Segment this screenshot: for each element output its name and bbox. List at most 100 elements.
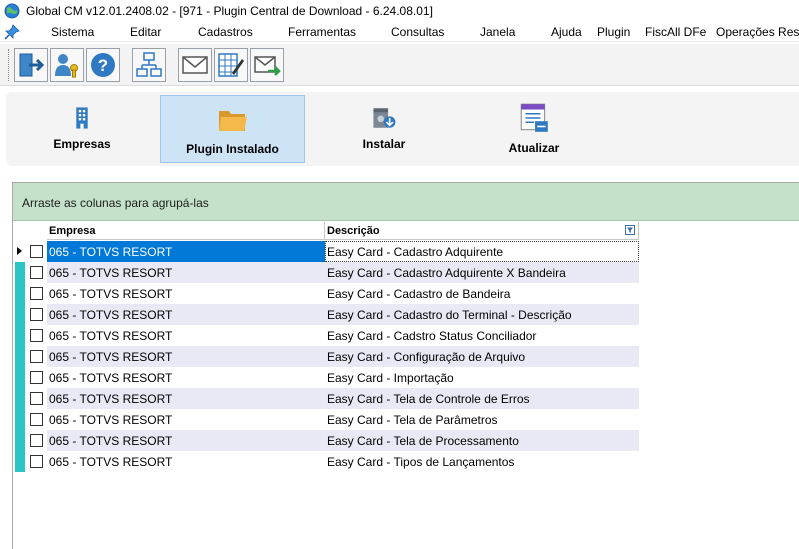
cell-empresa[interactable]: 065 - TOTVS RESORT xyxy=(47,262,325,283)
atualizar-button[interactable]: Atualizar xyxy=(466,95,602,163)
edit-grid-button[interactable] xyxy=(214,48,248,82)
menu-fiscall-dfe[interactable]: FiscAll DFe xyxy=(645,25,706,39)
cell-descricao[interactable]: Easy Card - Cadastro Adquirente xyxy=(325,241,639,262)
filter-icon[interactable] xyxy=(625,225,635,235)
menu-janela[interactable]: Janela xyxy=(480,25,515,39)
row-checkbox[interactable] xyxy=(30,350,43,363)
mail-send-icon xyxy=(254,56,281,76)
mail-button[interactable] xyxy=(178,48,212,82)
cell-descricao[interactable]: Easy Card - Tela de Controle de Erros xyxy=(325,388,639,409)
row-checkbox[interactable] xyxy=(30,329,43,342)
row-checkbox[interactable] xyxy=(30,308,43,321)
cell-descricao[interactable]: Easy Card - Tipos de Lançamentos xyxy=(325,451,639,472)
cell-empresa-text: 065 - TOTVS RESORT xyxy=(49,308,173,322)
row-checkbox-cell xyxy=(26,430,47,451)
row-indicator[interactable] xyxy=(15,283,25,304)
row-checkbox-cell xyxy=(26,388,47,409)
cell-empresa[interactable]: 065 - TOTVS RESORT xyxy=(47,346,325,367)
cell-descricao[interactable]: Easy Card - Configuração de Arquivo xyxy=(325,346,639,367)
menu-ferramentas[interactable]: Ferramentas xyxy=(288,25,356,39)
row-checkbox[interactable] xyxy=(30,287,43,300)
cell-empresa[interactable]: 065 - TOTVS RESORT xyxy=(47,451,325,472)
row-indicator[interactable] xyxy=(15,451,25,472)
pin-icon[interactable] xyxy=(4,24,20,40)
table-row[interactable]: 065 - TOTVS RESORT Easy Card - Configuraç… xyxy=(13,346,639,367)
cell-empresa[interactable]: 065 - TOTVS RESORT xyxy=(47,388,325,409)
cell-empresa[interactable]: 065 - TOTVS RESORT xyxy=(47,283,325,304)
cell-descricao-text: Easy Card - Cadastro do Terminal - Descr… xyxy=(327,308,572,322)
instalar-button[interactable]: Instalar xyxy=(318,95,450,163)
cell-descricao[interactable]: Easy Card - Tela de Parâmetros xyxy=(325,409,639,430)
empresas-button[interactable]: Empresas xyxy=(16,95,148,163)
cell-empresa[interactable]: 065 - TOTVS RESORT xyxy=(47,367,325,388)
cell-empresa[interactable]: 065 - TOTVS RESORT xyxy=(47,430,325,451)
menu-ajuda[interactable]: Ajuda xyxy=(551,25,582,39)
row-checkbox[interactable] xyxy=(30,245,43,258)
group-by-hint: Arraste as colunas para agrupá-las xyxy=(22,196,209,210)
row-checkbox[interactable] xyxy=(30,266,43,279)
group-by-panel[interactable]: Arraste as colunas para agrupá-las xyxy=(13,183,799,221)
cell-empresa[interactable]: 065 - TOTVS RESORT xyxy=(47,325,325,346)
row-checkbox[interactable] xyxy=(30,413,43,426)
cell-descricao[interactable]: Easy Card - Cadastro do Terminal - Descr… xyxy=(325,304,639,325)
menu-sistema[interactable]: Sistema xyxy=(51,25,94,39)
row-checkbox[interactable] xyxy=(30,371,43,384)
row-checkbox[interactable] xyxy=(30,392,43,405)
folder-icon xyxy=(218,111,247,131)
row-checkbox-cell xyxy=(26,262,47,283)
cell-descricao[interactable]: Easy Card - Importação xyxy=(325,367,639,388)
row-checkbox[interactable] xyxy=(30,455,43,468)
row-indicator[interactable] xyxy=(15,409,25,430)
row-indicator[interactable] xyxy=(15,241,25,262)
help-button[interactable]: ? xyxy=(86,48,120,82)
cell-descricao[interactable]: Easy Card - Cadastro Adquirente X Bandei… xyxy=(325,262,639,283)
table-row[interactable]: 065 - TOTVS RESORT Easy Card - Cadastro d… xyxy=(13,283,639,304)
row-checkbox-cell xyxy=(26,451,47,472)
cell-descricao-text: Easy Card - Cadastro de Bandeira xyxy=(327,287,511,301)
menu-operacoes-reso[interactable]: Operações Reso xyxy=(716,25,799,39)
cell-empresa-text: 065 - TOTVS RESORT xyxy=(49,455,173,469)
menu-plugin[interactable]: Plugin xyxy=(597,25,630,39)
cell-empresa[interactable]: 065 - TOTVS RESORT xyxy=(47,304,325,325)
mail-send-button[interactable] xyxy=(250,48,284,82)
row-indicator[interactable] xyxy=(15,367,25,388)
table-row[interactable]: 065 - TOTVS RESORT Easy Card - Importação xyxy=(13,367,639,388)
exit-button[interactable] xyxy=(14,48,48,82)
row-indicator[interactable] xyxy=(15,325,25,346)
menu-cadastros[interactable]: Cadastros xyxy=(198,25,253,39)
install-icon xyxy=(373,108,396,128)
user-key-icon xyxy=(55,54,78,78)
column-header-empresa[interactable]: Empresa xyxy=(47,222,325,240)
cell-descricao[interactable]: Easy Card - Cadstro Status Conciliador xyxy=(325,325,639,346)
user-key-button[interactable] xyxy=(50,48,84,82)
table-row[interactable]: 065 - TOTVS RESORT Easy Card - Tela de Pr… xyxy=(13,430,639,451)
org-chart-button[interactable] xyxy=(132,48,166,82)
table-row[interactable]: 065 - TOTVS RESORT Easy Card - Tela de Pa… xyxy=(13,409,639,430)
cell-empresa[interactable]: 065 - TOTVS RESORT xyxy=(47,409,325,430)
plugin-instalado-button[interactable]: Plugin Instalado xyxy=(160,95,305,163)
cell-empresa[interactable]: 065 - TOTVS RESORT xyxy=(47,241,325,262)
atualizar-label: Atualizar xyxy=(508,141,560,155)
row-indicator[interactable] xyxy=(15,388,25,409)
row-indicator[interactable] xyxy=(15,262,25,283)
row-indicator[interactable] xyxy=(15,346,25,367)
cell-descricao[interactable]: Easy Card - Tela de Processamento xyxy=(325,430,639,451)
ribbon: Empresas Plugin Instalado Instalar Atual… xyxy=(6,92,799,166)
table-row[interactable]: 065 - TOTVS RESORT Easy Card - Tela de Co… xyxy=(13,388,639,409)
menu-editar[interactable]: Editar xyxy=(130,25,161,39)
table-row[interactable]: 065 - TOTVS RESORT Easy Card - Cadastro A… xyxy=(13,241,639,262)
row-indicator[interactable] xyxy=(15,430,25,451)
row-indicator[interactable] xyxy=(15,304,25,325)
row-checkbox[interactable] xyxy=(30,434,43,447)
table-row[interactable]: 065 - TOTVS RESORT Easy Card - Tipos de L… xyxy=(13,451,639,472)
table-row[interactable]: 065 - TOTVS RESORT Easy Card - Cadastro A… xyxy=(13,262,639,283)
cell-descricao[interactable]: Easy Card - Cadastro de Bandeira xyxy=(325,283,639,304)
menu-consultas[interactable]: Consultas xyxy=(391,25,444,39)
cell-empresa-text: 065 - TOTVS RESORT xyxy=(49,371,173,385)
table-row[interactable]: 065 - TOTVS RESORT Easy Card - Cadastro d… xyxy=(13,304,639,325)
table-row[interactable]: 065 - TOTVS RESORT Easy Card - Cadstro St… xyxy=(13,325,639,346)
cell-descricao-text: Easy Card - Tela de Controle de Erros xyxy=(327,392,530,406)
svg-text:?: ? xyxy=(98,56,108,75)
column-header-descricao[interactable]: Descrição xyxy=(325,222,639,240)
column-header-empresa-label: Empresa xyxy=(49,225,96,237)
